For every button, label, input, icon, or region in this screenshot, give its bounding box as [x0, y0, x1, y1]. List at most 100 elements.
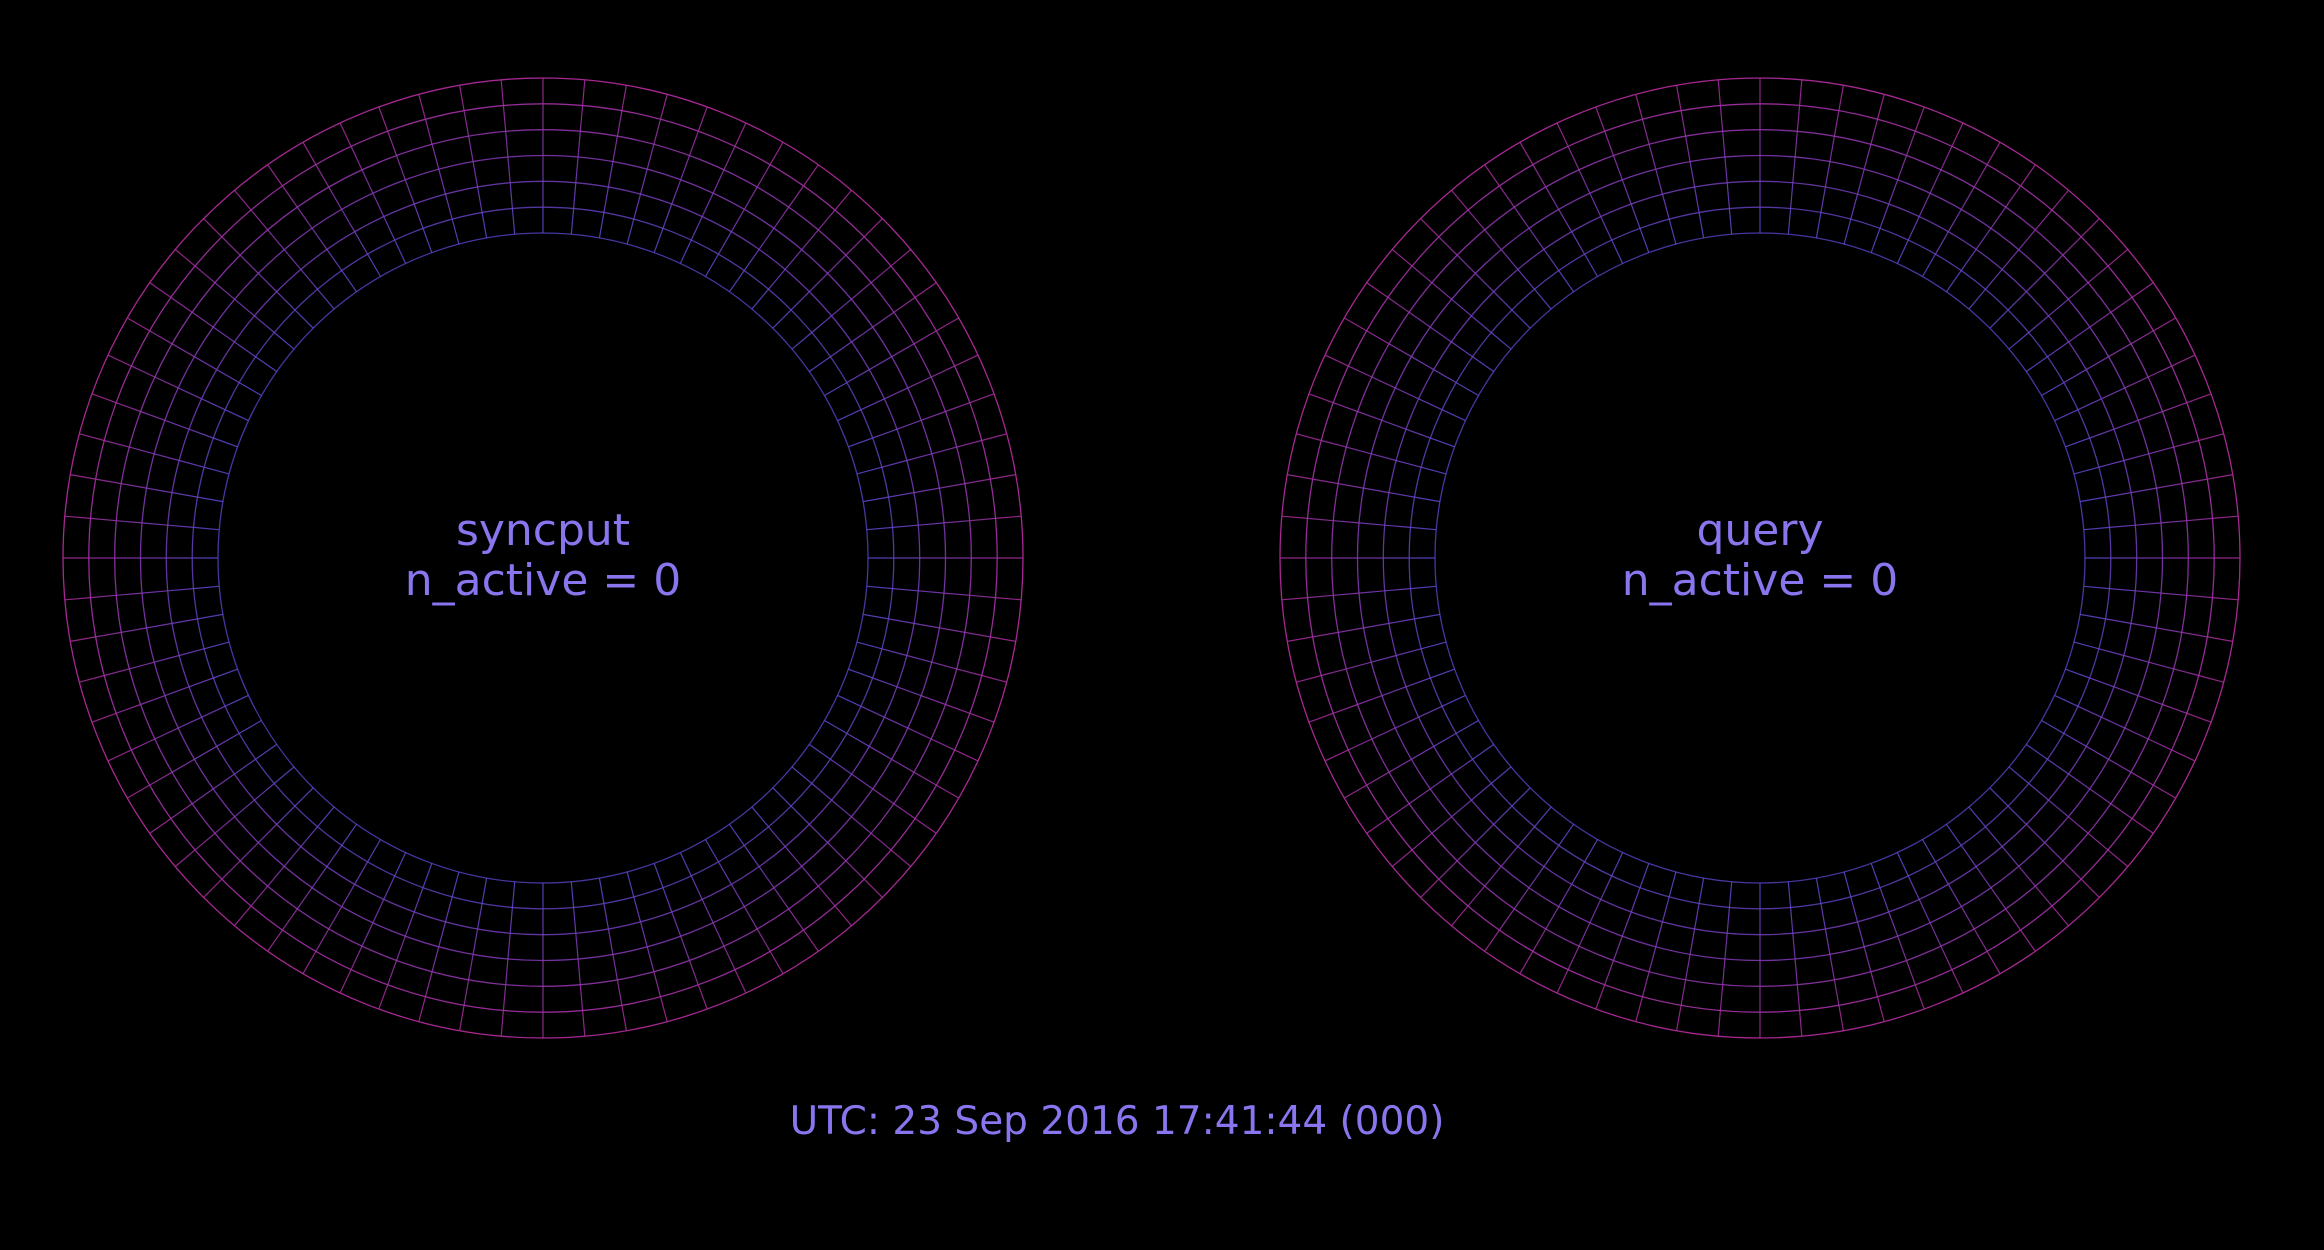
ring-spoke [481, 877, 488, 904]
ring-spoke [1431, 282, 1453, 300]
ring-spoke [1680, 979, 1687, 1006]
ring-spoke [1387, 297, 1410, 313]
ring-spoke [154, 453, 180, 462]
ring-spoke [2186, 517, 2213, 522]
ring-spoke [1947, 883, 1962, 907]
ring-spoke [431, 144, 440, 170]
ring-spoke [639, 169, 648, 195]
ring-spoke [107, 354, 132, 367]
ring-spoke [127, 317, 150, 332]
ring-spoke [395, 935, 406, 961]
ring-spoke [662, 887, 673, 913]
ring-spoke [1921, 839, 1936, 863]
ring-spoke [1308, 393, 1334, 404]
ring-spoke [1391, 249, 1413, 267]
ring-spoke [1513, 887, 1530, 910]
ring-visualization: syncput n_active = 0 query n_active = 0 … [62, 77, 2241, 1144]
ring-spoke [1689, 161, 1696, 188]
ring-spoke [1571, 861, 1586, 885]
ring-spoke [171, 343, 195, 358]
ring-spoke [1567, 146, 1580, 171]
ring-spoke [1905, 130, 1916, 156]
ring-spoke [1333, 592, 1360, 596]
ring-spoke [730, 883, 745, 907]
ring-spoke [2025, 743, 2048, 760]
ring-spoke [1940, 146, 1953, 171]
ring-spoke [856, 466, 883, 475]
ring-spoke [990, 636, 1016, 642]
ring-spoke [907, 376, 932, 389]
ring-spoke [888, 618, 915, 624]
ring-spoke [1333, 520, 1360, 524]
ring-syncput: syncput n_active = 0 [62, 77, 1024, 1039]
ring-spoke [282, 908, 298, 931]
ring-spoke [234, 799, 255, 818]
ring-spoke [913, 622, 940, 629]
ring-spoke [2162, 402, 2188, 413]
ring-spoke [1418, 705, 1443, 718]
ring-spoke [70, 474, 96, 480]
ring-spoke [149, 818, 172, 834]
ring-spoke [2062, 860, 2082, 880]
ring-spoke [817, 209, 836, 231]
ring-spoke [2054, 694, 2079, 707]
ring-spoke [1307, 594, 1334, 599]
ring-spoke [671, 911, 682, 937]
ring-spoke [1517, 826, 1535, 847]
ring-spoke [1876, 94, 1885, 120]
ring-spoke [1724, 933, 1728, 960]
ring-spoke [2018, 229, 2036, 251]
ring-spoke [2130, 330, 2154, 345]
ring-spoke [758, 866, 775, 889]
ring-spoke [1371, 654, 1397, 663]
ring-spoke [1951, 969, 1964, 994]
ring-spoke [1321, 668, 1347, 677]
ring-spoke [1792, 933, 1796, 960]
ring-spoke [1455, 382, 1479, 397]
ring-spoke [140, 410, 166, 421]
ring-spoke [1728, 208, 1733, 235]
ring-spoke [79, 674, 105, 683]
ring-spoke [444, 194, 453, 220]
ring-spoke [743, 186, 758, 210]
ring-spoke [90, 517, 117, 522]
ring-spoke [509, 182, 513, 209]
ring-spoke [2131, 282, 2154, 298]
ring-spoke [808, 823, 829, 844]
ring-spoke [906, 453, 932, 462]
ring-spoke [784, 846, 803, 867]
ring-spoke [463, 979, 470, 1006]
ring-spoke [2105, 618, 2132, 624]
ring-spoke [201, 398, 226, 411]
ring-spoke [943, 520, 970, 524]
ring-spoke [2087, 265, 2109, 284]
ring-spoke [194, 356, 218, 371]
ring-spoke [1589, 192, 1602, 217]
ring-spoke [341, 209, 356, 233]
ring-spoke [811, 783, 832, 801]
ring-spoke [603, 186, 609, 213]
ring-spoke [463, 110, 470, 137]
ring-name-label: query [1696, 505, 1823, 556]
ring-spoke [688, 960, 699, 986]
ring-spoke [956, 668, 982, 677]
ring-spoke [1790, 907, 1794, 934]
ring-spoke [1600, 216, 1613, 241]
ring-spoke [2048, 298, 2069, 317]
ring-spoke [2051, 905, 2069, 927]
ring-spoke [131, 738, 156, 751]
ring-spoke [1358, 590, 1385, 594]
ring-spoke [2137, 410, 2163, 421]
ring-spoke [1945, 270, 1962, 293]
ring-spoke [1410, 526, 1437, 531]
ring-spoke [296, 887, 313, 910]
ring-spoke [1876, 996, 1885, 1022]
ring-spoke [598, 877, 605, 904]
ring-spoke [424, 971, 433, 997]
ring-spoke [995, 515, 1022, 519]
ring-spoke [969, 712, 995, 723]
ring-spoke [881, 648, 907, 657]
ring-spoke [575, 933, 579, 960]
ring-spoke [107, 749, 132, 762]
ring-spoke [146, 487, 173, 494]
